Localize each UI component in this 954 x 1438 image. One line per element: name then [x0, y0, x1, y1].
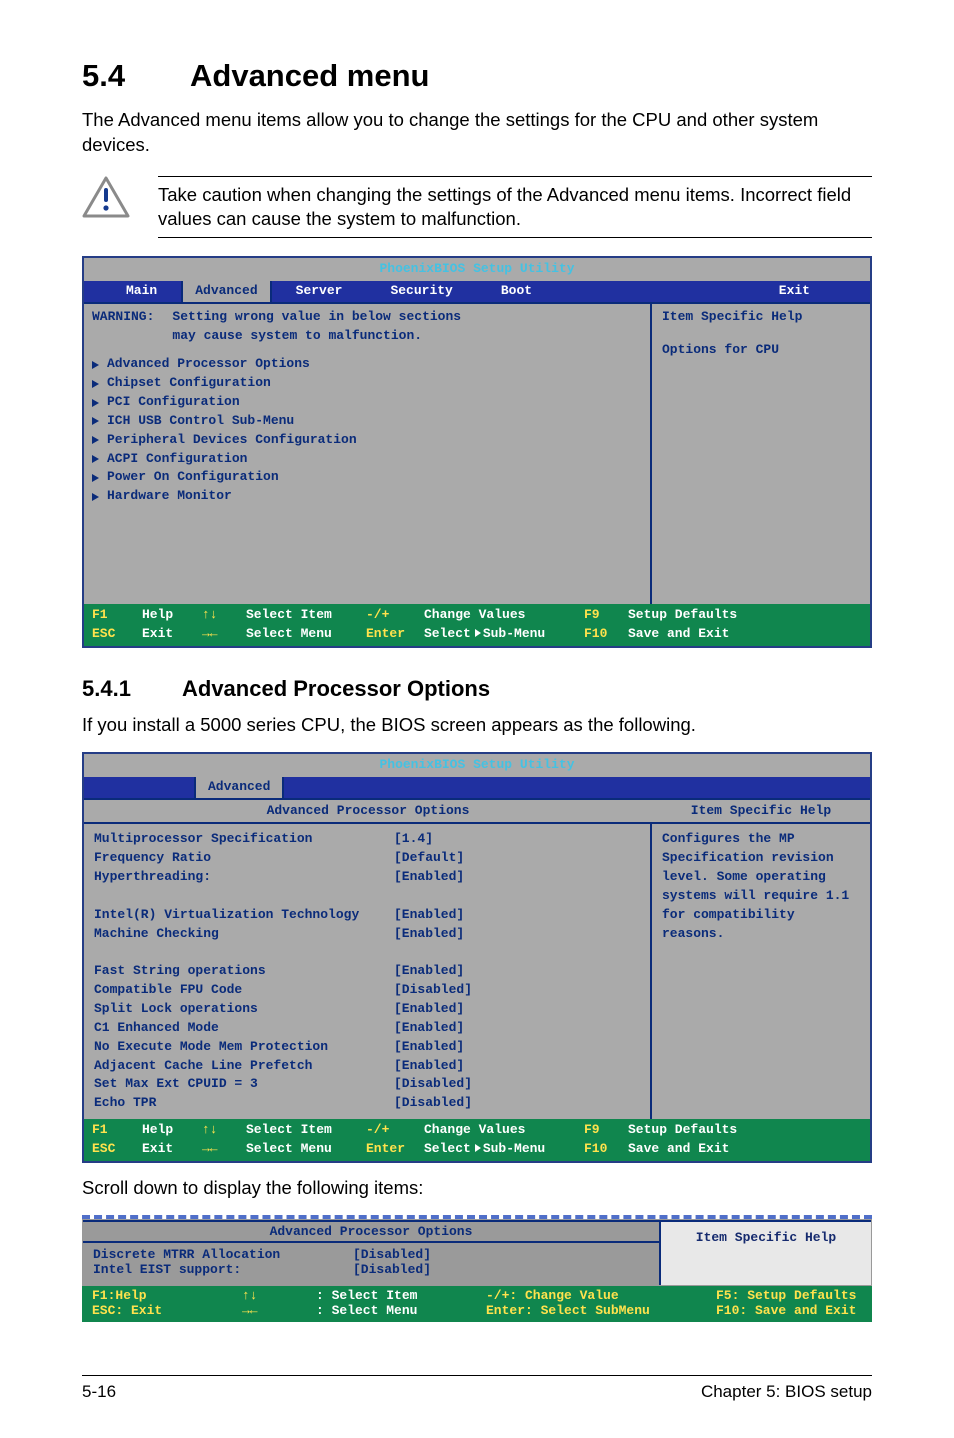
menu-item[interactable]: ACPI Configuration [92, 450, 642, 469]
setting-row[interactable]: Frequency Ratio[Default] [94, 849, 640, 868]
help-title: Item Specific Help [661, 1220, 871, 1285]
bios-footer: F1ESC HelpExit ↑↓→← Select ItemSelect Me… [84, 1119, 870, 1161]
bios-title: PhoenixBIOS Setup Utility [84, 754, 870, 777]
bios-help-panel: Item Specific Help Options for CPU [652, 302, 870, 604]
setting-row[interactable]: Multiprocessor Specification[1.4] [94, 830, 640, 849]
page-number: 5-16 [82, 1382, 116, 1402]
intro-text: The Advanced menu items allow you to cha… [82, 108, 872, 158]
caution-text: Take caution when changing the settings … [158, 176, 872, 238]
bios-footer: F1ESC HelpExit ↑↓→← Select ItemSelect Me… [84, 604, 870, 646]
tab-main[interactable]: Main [102, 281, 181, 302]
bios-title: PhoenixBIOS Setup Utility [84, 258, 870, 281]
setting-row[interactable]: C1 Enhanced Mode[Enabled] [94, 1019, 640, 1038]
tab-advanced[interactable]: Advanced [181, 281, 271, 302]
menu-item[interactable]: Peripheral Devices Configuration [92, 431, 642, 450]
warning-label: WARNING: [92, 308, 154, 346]
section-title: Advanced menu [190, 58, 429, 93]
setting-row[interactable]: Intel(R) Virtualization Technology[Enabl… [94, 906, 640, 925]
subsection-heading: 5.4.1Advanced Processor Options [82, 676, 872, 702]
tab-advanced[interactable]: Advanced [194, 777, 284, 798]
triangle-icon [92, 493, 99, 501]
triangle-icon [92, 361, 99, 369]
subsection-number: 5.4.1 [82, 676, 182, 702]
triangle-icon [92, 417, 99, 425]
setting-row[interactable]: No Execute Mode Mem Protection[Enabled] [94, 1038, 640, 1057]
warning-line2: may cause system to malfunction. [172, 328, 422, 343]
triangle-icon [92, 399, 99, 407]
setting-row[interactable]: Fast String operations[Enabled] [94, 962, 640, 981]
tab-security[interactable]: Security [366, 281, 476, 302]
bios-screenshot-processor-options: PhoenixBIOS Setup Utility Advanced Advan… [82, 752, 872, 1163]
panel-title: Advanced Processor Options [83, 1220, 659, 1241]
bios-tabs: Main Advanced Server Security Boot Exit [84, 281, 870, 302]
setting-row[interactable]: Machine Checking[Enabled] [94, 925, 640, 944]
help-body: Configures the MP Specification revision… [652, 822, 870, 1119]
setting-row[interactable]: Adjacent Cache Line Prefetch[Enabled] [94, 1057, 640, 1076]
bios-screenshot-advanced-menu: PhoenixBIOS Setup Utility Main Advanced … [82, 256, 872, 648]
settings-list: Multiprocessor Specification[1.4] Freque… [84, 822, 652, 1119]
menu-item[interactable]: Power On Configuration [92, 468, 642, 487]
bios-footer: F1:HelpESC: Exit ↑↓→← : Select Item: Sel… [82, 1286, 872, 1322]
menu-item[interactable]: Chipset Configuration [92, 374, 642, 393]
caution-icon [82, 176, 130, 225]
scroll-intro: Scroll down to display the following ite… [82, 1177, 872, 1199]
triangle-icon [475, 1144, 481, 1152]
triangle-icon [475, 629, 481, 637]
section-heading: 5.4Advanced menu [82, 58, 872, 94]
setting-row[interactable]: Discrete MTRR Allocation[Disabled] [93, 1247, 649, 1262]
caution-block: Take caution when changing the settings … [82, 176, 872, 238]
settings-list: Discrete MTRR Allocation[Disabled] Intel… [83, 1241, 659, 1285]
triangle-icon [92, 436, 99, 444]
bios-tabs: Advanced [84, 777, 870, 798]
setting-row[interactable]: Echo TPR[Disabled] [94, 1094, 640, 1113]
warning-line1: Setting wrong value in below sections [172, 309, 461, 324]
help-title: Item Specific Help [662, 308, 860, 333]
setting-row[interactable]: Intel EIST support:[Disabled] [93, 1262, 649, 1277]
bios-screenshot-scroll-continuation: Advanced Processor Options Discrete MTRR… [82, 1215, 872, 1322]
bios-main-panel: WARNING: Setting wrong value in below se… [84, 302, 652, 604]
section-number: 5.4 [82, 58, 190, 94]
help-title: Item Specific Help [652, 798, 870, 823]
tab-server[interactable]: Server [272, 281, 367, 302]
setting-row[interactable]: Set Max Ext CPUID = 3[Disabled] [94, 1075, 640, 1094]
menu-item[interactable]: Hardware Monitor [92, 487, 642, 506]
tab-boot[interactable]: Boot [477, 281, 556, 302]
help-body: Options for CPU [662, 341, 860, 360]
tab-exit[interactable]: Exit [755, 281, 870, 302]
menu-item[interactable]: Advanced Processor Options [92, 355, 642, 374]
setting-row[interactable]: Hyperthreading:[Enabled] [94, 868, 640, 887]
subsection-intro: If you install a 5000 series CPU, the BI… [82, 714, 872, 736]
triangle-icon [92, 474, 99, 482]
chapter-label: Chapter 5: BIOS setup [701, 1382, 872, 1402]
menu-item[interactable]: ICH USB Control Sub-Menu [92, 412, 642, 431]
setting-row[interactable]: Split Lock operations[Enabled] [94, 1000, 640, 1019]
bios-warning: WARNING: Setting wrong value in below se… [92, 308, 642, 346]
triangle-icon [92, 455, 99, 463]
panel-title: Advanced Processor Options [84, 798, 652, 823]
triangle-icon [92, 380, 99, 388]
setting-row[interactable]: Compatible FPU Code[Disabled] [94, 981, 640, 1000]
menu-item[interactable]: PCI Configuration [92, 393, 642, 412]
page-footer: 5-16 Chapter 5: BIOS setup [82, 1375, 872, 1402]
subsection-title: Advanced Processor Options [182, 676, 490, 701]
